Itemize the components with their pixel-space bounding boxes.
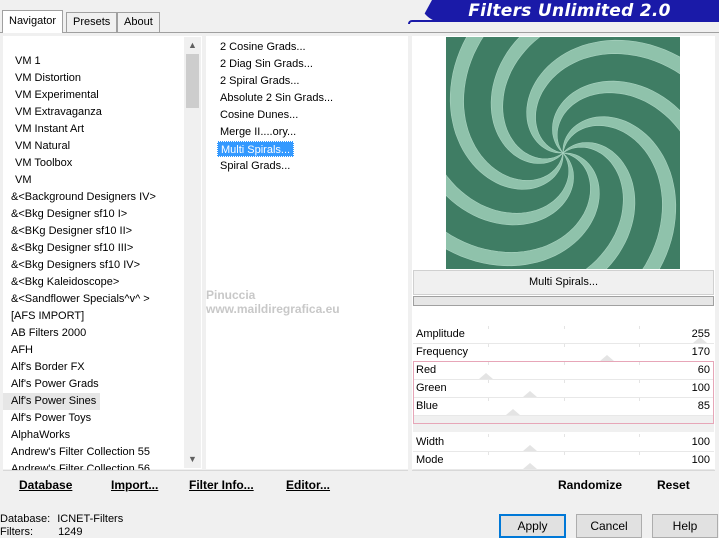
category-item[interactable]: Alf's Power Toys [3,410,95,427]
help-button[interactable]: Help [652,514,718,538]
category-item[interactable]: AFH [3,342,37,359]
cancel-button[interactable]: Cancel [576,514,642,538]
param-width[interactable]: Width 100 [413,434,714,452]
filter-list[interactable]: 2 Cosine Grads... 2 Diag Sin Grads... 2 Sp… [206,36,408,469]
tab-strip-border [0,32,719,33]
category-item[interactable]: VM [3,172,36,189]
param-value: 170 [691,346,710,358]
reset-button[interactable]: Reset [657,478,690,492]
filter-item[interactable]: Cosine Dunes... [217,107,301,123]
apply-button[interactable]: Apply [499,514,566,538]
slider-thumb[interactable] [523,445,537,451]
title-banner: Filters Unlimited 2.0 [420,0,719,22]
status-database-value: ICNET-Filters [57,513,124,525]
category-item[interactable]: VM 1 [3,53,45,70]
editor-button[interactable]: Editor... [286,478,330,492]
watermark-line2: www.maildiregrafica.eu [206,302,340,316]
selected-filter-name: Multi Spirals... [413,270,714,295]
randomize-button[interactable]: Randomize [558,478,622,492]
slider-thumb[interactable] [693,337,707,343]
category-item[interactable]: &<Sandflower Specials^v^ > [3,291,154,308]
watermark: Pinuccia www.maildiregrafica.eu [160,288,340,316]
import-button[interactable]: Import... [111,478,158,492]
category-item[interactable]: VM Instant Art [3,121,88,138]
category-item[interactable]: VM Toolbox [3,155,76,172]
progress-bar [413,296,714,306]
rgb-highlight [413,361,714,424]
database-button[interactable]: Database [19,478,72,492]
status-filters-label: Filters: [0,526,33,538]
slider-tick [564,434,565,437]
banner-title: Filters Unlimited 2.0 [468,1,671,21]
category-item[interactable]: VM Natural [3,138,74,155]
category-item[interactable]: Alf's Power Sines [3,393,101,410]
slider-tick [564,344,565,347]
slider-tick [639,434,640,437]
param-label: Width [416,436,445,448]
slider-tick [639,344,640,347]
filter-info-button[interactable]: Filter Info... [189,478,254,492]
category-list[interactable]: VM 1 VM Distortion VM Experimental VM Extra… [3,36,202,475]
filter-item[interactable]: 2 Cosine Grads... [217,39,309,55]
filter-item[interactable]: 2 Diag Sin Grads... [217,56,316,72]
category-item[interactable]: &<Bkg Designer sf10 I> [3,206,131,223]
param-amplitude[interactable]: Amplitude 255 [413,326,714,344]
scroll-up-icon[interactable]: ▲ [184,37,201,54]
category-item[interactable]: Alf's Border FX [3,359,89,376]
watermark-line1: Pinuccia [206,288,256,302]
category-item[interactable]: [AFS IMPORT] [3,308,88,325]
param-label: Amplitude [416,328,465,340]
preview-image [446,37,680,269]
scroll-down-icon[interactable]: ▼ [184,451,201,468]
param-value: 100 [691,436,710,448]
slider-tick [564,452,565,455]
category-item[interactable]: VM Extravaganza [3,104,106,121]
filter-item[interactable]: Multi Spirals... [217,141,295,157]
filter-item[interactable]: Absolute 2 Sin Grads... [217,90,336,106]
tab-about[interactable]: About [117,12,160,32]
category-item[interactable]: &<BKg Designer sf10 II> [3,223,136,240]
spiral-preview-svg [446,37,680,269]
category-item[interactable]: &<Bkg Designers sf10 IV> [3,257,144,274]
status-filters: Filters: 1249 [0,526,83,538]
category-item[interactable]: &<Background Designers IV> [3,189,160,206]
category-scrollbar[interactable]: ▲ ▼ [184,37,201,468]
status-filters-value: 1249 [58,526,83,538]
slider-tick [639,452,640,455]
slider-tick [488,434,489,437]
filter-item[interactable]: Spiral Grads... [217,158,293,174]
tab-navigator[interactable]: Navigator [2,10,64,33]
slider-tick [488,344,489,347]
param-label: Frequency [416,346,468,358]
scroll-thumb[interactable] [186,54,199,108]
slider-thumb[interactable] [523,463,537,469]
filter-item[interactable]: Merge II....ory... [217,124,299,140]
category-item[interactable]: AlphaWorks [3,427,74,444]
slider-tick [639,326,640,329]
param-mode[interactable]: Mode 100 [413,452,714,470]
param-value: 100 [691,454,710,466]
param-label: Mode [416,454,444,466]
tab-presets[interactable]: Presets [66,12,118,32]
category-item[interactable]: Alf's Power Grads [3,376,103,393]
status-database: Database: ICNET-Filters [0,513,123,525]
category-item[interactable]: AB Filters 2000 [3,325,90,342]
slider-tick [488,326,489,329]
slider-tick [488,452,489,455]
category-item[interactable]: VM Experimental [3,87,103,104]
param-frequency[interactable]: Frequency 170 [413,344,714,362]
category-item[interactable]: Andrew's Filter Collection 55 [3,444,154,461]
category-item[interactable]: VM Distortion [3,70,85,87]
category-item[interactable]: &<Bkg Designer sf10 III> [3,240,137,257]
slider-tick [564,326,565,329]
status-database-label: Database: [0,513,51,525]
category-item[interactable]: &<Bkg Kaleidoscope> [3,274,123,291]
filter-item[interactable]: 2 Spiral Grads... [217,73,302,89]
